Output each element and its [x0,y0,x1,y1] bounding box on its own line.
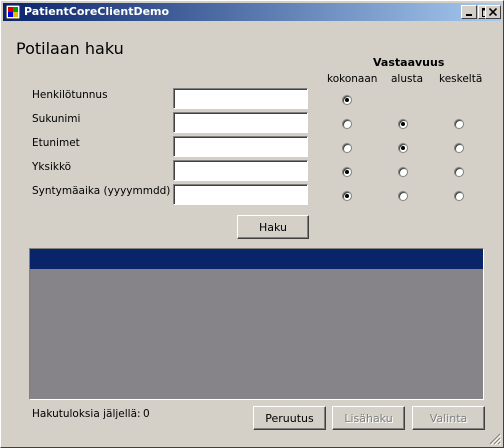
unit-input[interactable] [173,160,308,181]
unit-match-start-radio[interactable] [398,167,408,177]
match-header: Vastaavuus [373,56,445,69]
unit-label: Yksikkö [32,161,72,173]
firstnames-label: Etunimet [32,137,80,149]
ssn-input[interactable] [173,88,308,109]
resize-grip-icon[interactable] [489,433,501,445]
results-remaining-count: 0 [143,408,150,420]
match-column-start: alusta [391,73,424,85]
close-button[interactable] [485,5,501,19]
birthdate-input[interactable] [173,184,308,205]
birthdate-label: Syntymäaika (yyyymmdd) [32,185,171,197]
surname-input[interactable] [173,112,308,133]
ssn-label: Henkilötunnus [32,89,108,101]
close-icon [489,8,497,16]
app-window: PatientCoreClientDemo Potilaan haku Vast… [0,0,504,448]
match-column-whole: kokonaan [327,73,378,85]
app-icon [6,5,20,19]
minimize-icon [466,14,472,16]
unit-match-middle-radio[interactable] [454,167,464,177]
firstnames-match-start-radio[interactable] [398,143,408,153]
select-button[interactable]: Valinta [412,406,485,430]
surname-match-start-radio[interactable] [398,119,408,129]
firstnames-input[interactable] [173,136,308,157]
page-title: Potilaan haku [16,39,124,58]
cancel-button[interactable]: Peruutus [253,406,326,430]
surname-match-middle-radio[interactable] [454,119,464,129]
birthdate-match-start-radio[interactable] [398,191,408,201]
ssn-match-whole-radio[interactable] [342,95,352,105]
results-grid-header [30,249,483,269]
results-grid[interactable] [29,248,484,400]
firstnames-match-middle-radio[interactable] [454,143,464,153]
more-search-button[interactable]: Lisähaku [332,406,405,430]
birthdate-match-whole-radio[interactable] [342,191,352,201]
firstnames-match-whole-radio[interactable] [342,143,352,153]
search-button[interactable]: Haku [237,215,309,239]
window-title: PatientCoreClientDemo [24,5,170,18]
match-column-middle: keskeltä [439,73,483,85]
birthdate-match-middle-radio[interactable] [454,191,464,201]
unit-match-whole-radio[interactable] [342,167,352,177]
surname-match-whole-radio[interactable] [342,119,352,129]
results-remaining-label: Hakutuloksia jäljellä: [32,408,141,420]
minimize-button[interactable] [461,5,477,19]
title-bar[interactable]: PatientCoreClientDemo [3,3,501,21]
surname-label: Sukunimi [32,113,81,125]
